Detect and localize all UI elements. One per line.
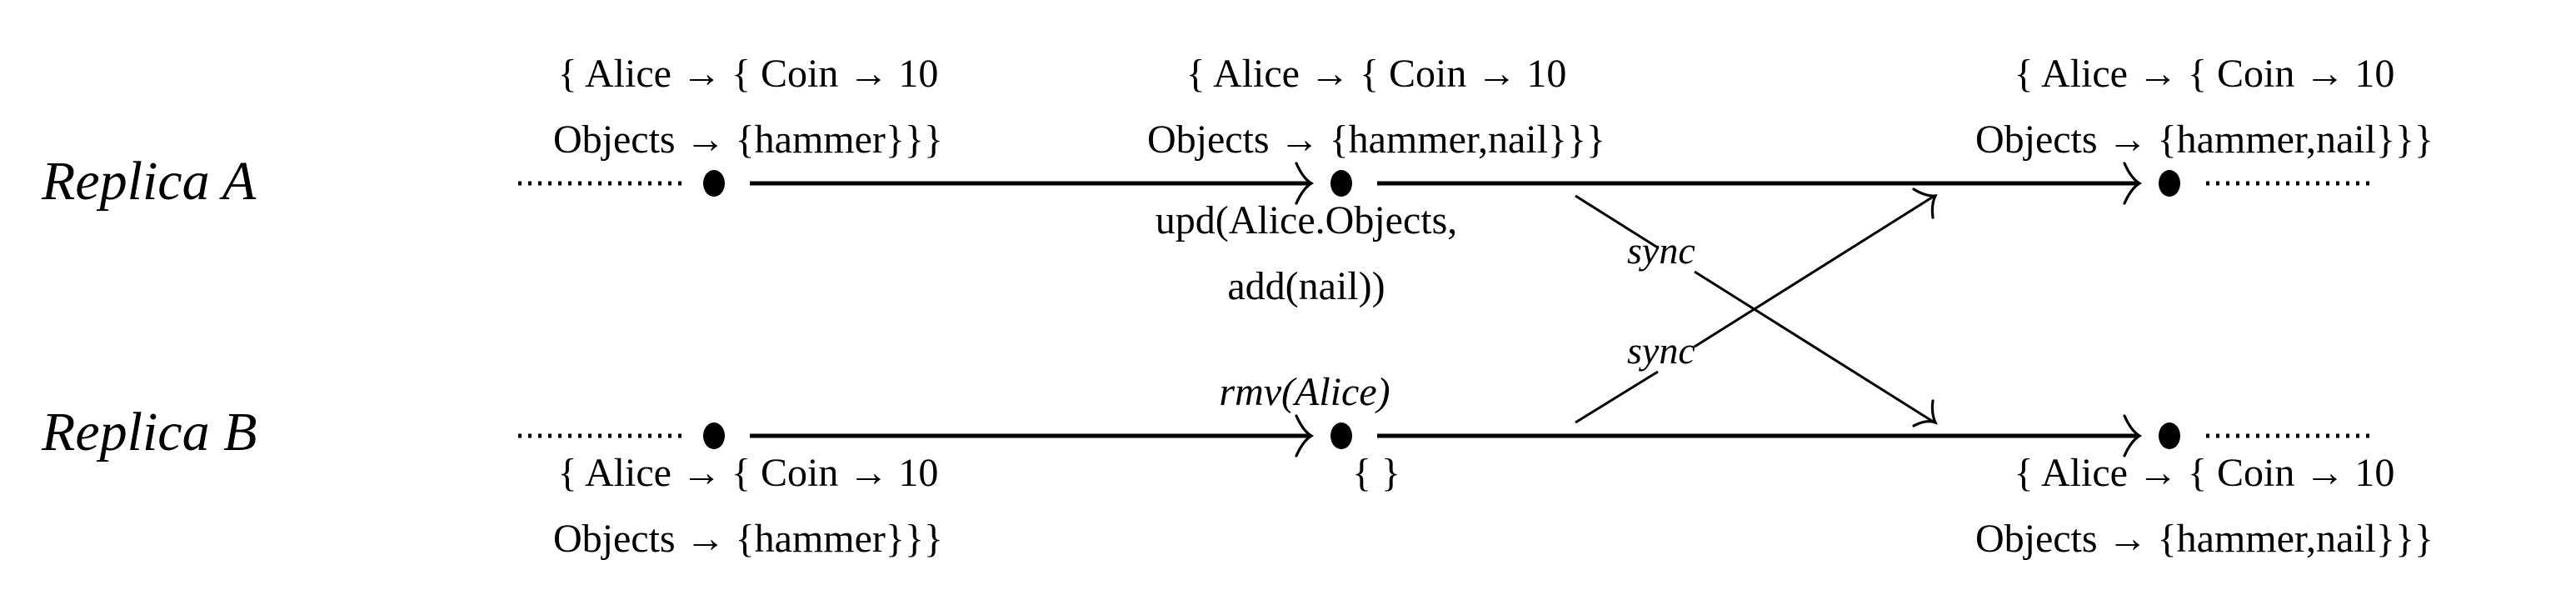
event-dot-a1 <box>703 170 725 197</box>
state-b2: { } <box>1352 451 1400 495</box>
state-b1-line2: Objects → {hammer}}} <box>553 517 943 561</box>
operation-a-line2: add(nail)) <box>1227 264 1385 308</box>
event-dot-a3 <box>2159 170 2180 197</box>
state-a2: { Alice → { Coin → 10 Objects → {hammer,… <box>1147 52 1605 162</box>
sync-line-b-to-a-part2 <box>1694 194 1935 348</box>
sync-arrow-b-to-a: sync <box>1575 188 1938 424</box>
event-dot-a2 <box>1330 170 1352 197</box>
operation-a-line1: upd(Alice.Objects, <box>1156 198 1458 242</box>
replica-sync-diagram: Replica A Replica B sync sync {Alice → … <box>0 0 2576 610</box>
state-a1-line1: { Alice → { Coin → 10 <box>558 52 939 96</box>
sync-line-b-to-a-part1 <box>1575 370 1659 424</box>
operation-b-remove: rmv(Alice) <box>1219 370 1390 414</box>
event-dot-b2 <box>1330 422 1352 449</box>
operation-a-update: upd(Alice.Objects, add(nail)) <box>1156 198 1458 308</box>
state-a2-line2: Objects → {hammer,nail}}} <box>1147 118 1605 162</box>
sync-label-a-to-b: sync <box>1627 229 1695 272</box>
state-a3: { Alice → { Coin → 10 Objects → {hammer,… <box>1975 52 2434 162</box>
state-a1: { Alice → { Coin → 10 Objects → {hammer}… <box>553 52 943 162</box>
arrowhead-icon <box>1912 399 1939 428</box>
state-b2-line1: { } <box>1352 451 1400 495</box>
state-b1-line1: { Alice → { Coin → 10 <box>558 451 939 495</box>
state-a3-line2: Objects → {hammer,nail}}} <box>1975 118 2434 162</box>
state-b3-line1: { Alice → { Coin → 10 <box>2014 451 2395 495</box>
sync-label-b-to-a: sync <box>1627 329 1695 372</box>
timeline-replica-a <box>518 162 2373 205</box>
state-a3-line1: { Alice → { Coin → 10 <box>2014 52 2395 96</box>
timeline-replica-b <box>518 414 2373 458</box>
state-a2-line1: { Alice → { Coin → 10 <box>1186 52 1567 96</box>
event-dot-b3 <box>2159 422 2180 449</box>
state-b3: { Alice → { Coin → 10 Objects → {hammer,… <box>1975 451 2434 561</box>
sync-line-a-to-b-part2 <box>1694 270 1935 424</box>
state-b3-line2: Objects → {hammer,nail}}} <box>1975 517 2434 561</box>
state-b1: { Alice → { Coin → 10 Objects → {hammer}… <box>553 451 943 561</box>
replica-a-label: Replica A <box>41 151 257 212</box>
event-dot-b1 <box>703 422 725 449</box>
replica-b-label: Replica B <box>41 402 257 462</box>
state-a1-line2: Objects → {hammer}}} <box>553 118 943 162</box>
